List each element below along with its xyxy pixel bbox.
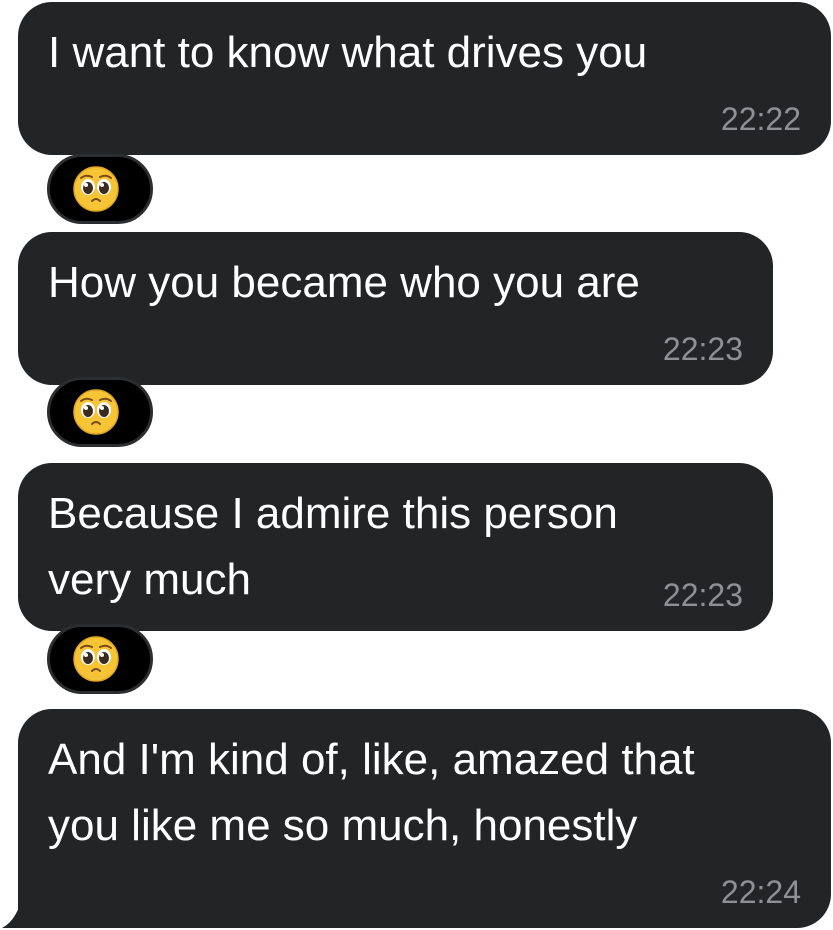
- message-bubble[interactable]: How you became who you are 22:23: [18, 232, 773, 385]
- pleading-face-icon: [73, 389, 119, 435]
- message-bubble[interactable]: I want to know what drives you 22:22: [18, 2, 831, 155]
- message-text: And I'm kind of, like, amazed that you l…: [48, 735, 695, 850]
- message-bubble[interactable]: Because I admire this person very much 2…: [18, 463, 773, 631]
- message-timestamp: 22:23: [662, 331, 743, 367]
- message-text: I want to know what drives you: [48, 28, 648, 77]
- reaction-badge[interactable]: [47, 624, 153, 694]
- message-text: How you became who you are: [48, 258, 640, 307]
- message-bubble[interactable]: And I'm kind of, like, amazed that you l…: [18, 709, 831, 928]
- bubble-tail: [2, 890, 40, 928]
- message-timestamp: 22:22: [720, 101, 801, 137]
- reaction-badge[interactable]: [47, 377, 153, 447]
- pleading-face-icon: [73, 166, 119, 212]
- reaction-badge[interactable]: [47, 154, 153, 224]
- message-text: Because I admire this person very much: [48, 489, 618, 604]
- pleading-face-icon: [73, 636, 119, 682]
- message-timestamp: 22:24: [720, 874, 801, 910]
- message-timestamp: 22:23: [662, 577, 743, 613]
